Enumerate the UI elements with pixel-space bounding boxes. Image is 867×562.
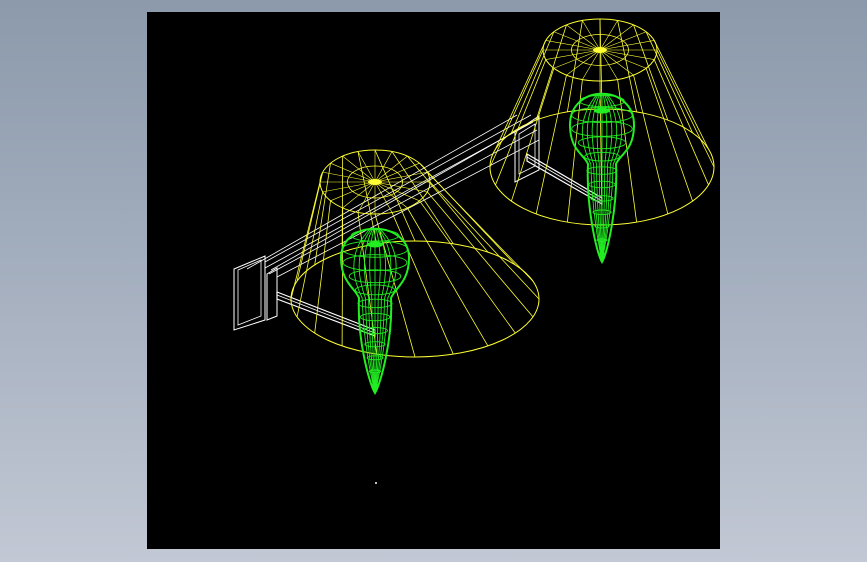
shade-generator-line — [645, 31, 693, 134]
shade-generator-line — [645, 68, 693, 202]
shade-generator-line — [427, 171, 534, 282]
shade-generator-line — [535, 74, 567, 215]
shade-generator-line — [296, 172, 324, 282]
shade-cap-spoke — [599, 40, 655, 51]
shade-cap-spoke — [342, 155, 376, 183]
bracket-rail — [264, 114, 532, 263]
shade-generator-line — [511, 68, 555, 202]
shade-cap-spoke — [322, 181, 376, 193]
shade-generator-line — [633, 74, 669, 215]
right-lamp — [489, 18, 715, 264]
shade-generator-line — [495, 59, 547, 186]
shade-cap-spoke — [374, 155, 408, 183]
shade-cap-spoke — [330, 181, 376, 202]
shade-cap-spoke — [545, 49, 601, 60]
shade-generator-line — [406, 207, 489, 347]
shade-generator-line — [374, 149, 416, 242]
shade-cap-spoke — [553, 31, 601, 51]
shade-cap-spoke — [357, 151, 376, 183]
left-mount-block — [266, 267, 278, 321]
shade-cap-spoke — [599, 49, 618, 80]
cad-viewport[interactable] — [147, 12, 720, 549]
wall-plate-inner — [237, 259, 262, 326]
shade-cap-spoke — [566, 49, 601, 76]
bulb-top-hub — [594, 107, 610, 114]
shade-generator-line — [653, 40, 709, 150]
shade-generator-line — [511, 31, 555, 134]
shade-bottom-rim — [290, 240, 540, 358]
shade-cap-spoke — [566, 24, 601, 51]
shade-generator-line — [419, 200, 516, 334]
wall-plate — [233, 255, 266, 331]
shade-cap-hub — [593, 47, 607, 53]
shade-generator-line — [656, 49, 715, 168]
shade-cap-spoke — [374, 181, 393, 213]
cursor-dot — [375, 482, 377, 484]
bulb-top-hub — [367, 241, 383, 248]
shade-cap-hub — [368, 179, 382, 185]
lamp-wireframe-drawing — [233, 18, 715, 484]
shade-generator-line — [407, 155, 489, 253]
shade-generator-line — [427, 191, 534, 318]
shade-cap-spoke — [599, 24, 634, 51]
left-lamp — [290, 149, 540, 395]
shade-generator-line — [429, 181, 540, 300]
shade-generator-line — [653, 59, 709, 186]
shade-cap-spoke — [599, 20, 618, 51]
shade-cap-spoke — [599, 49, 647, 69]
shade-cap-spoke — [599, 49, 655, 60]
shade-cap-spoke — [582, 20, 601, 51]
shade-generator-line — [314, 163, 331, 265]
shade-cap-spoke — [582, 49, 601, 80]
shade-cap-spoke — [330, 162, 376, 183]
shade-cap-spoke — [545, 40, 601, 51]
shade-generator-line — [341, 156, 344, 253]
shade-cap-spoke — [322, 171, 376, 183]
